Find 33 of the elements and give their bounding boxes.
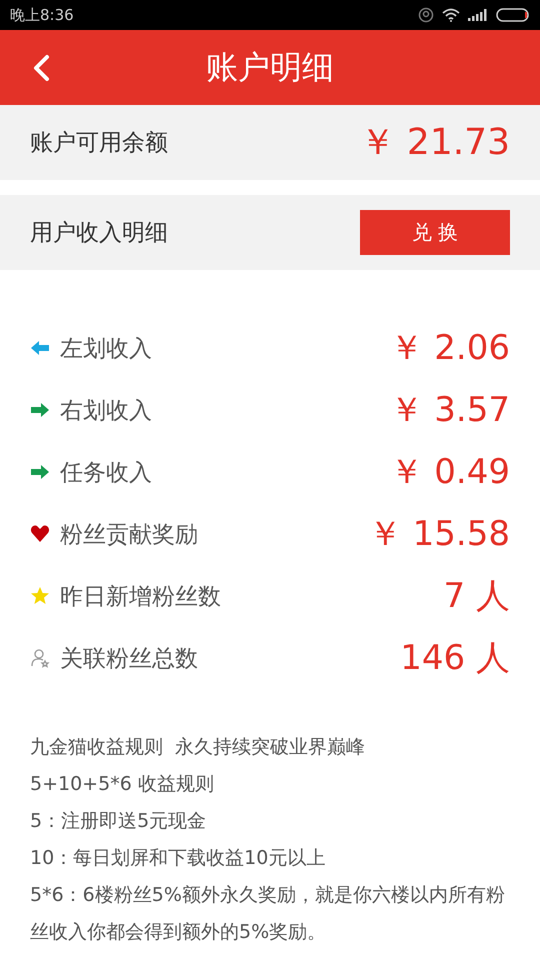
exchange-button[interactable]: 兑 换 [360, 210, 510, 255]
income-value: 146 人 [400, 637, 510, 680]
person-icon [30, 648, 50, 668]
battery-icon [496, 8, 530, 22]
income-label: 昨日新增粉丝数 [60, 582, 221, 612]
arrow-right-icon [30, 400, 50, 420]
rule-text: 5：注册即送5元现金 [30, 809, 208, 834]
income-value: ￥ 15.58 [368, 513, 510, 556]
balance-label: 账户可用余额 [30, 129, 168, 158]
income-value: 7 人 [444, 575, 510, 618]
star-icon [30, 586, 50, 606]
sync-icon [418, 7, 434, 23]
status-time: 晚上8:36 [10, 6, 74, 24]
income-label: 关联粉丝总数 [60, 644, 198, 674]
income-label: 右划收入 [60, 396, 152, 426]
rule-text: 九金猫收益规则 永久持续突破业界巅峰 [30, 735, 366, 760]
arrow-left-icon [30, 338, 50, 358]
rule-text: 5+10+5*6 收益规则 [30, 772, 215, 797]
signal-icon [468, 9, 488, 21]
balance-amount: ￥ 21.73 [359, 121, 510, 165]
income-label: 左划收入 [60, 334, 152, 364]
arrow-right-icon [30, 462, 50, 482]
rule-text: 10：每日划屏和下载收益10元以上 [30, 846, 326, 871]
income-value: ￥ 0.49 [389, 451, 510, 494]
income-value: ￥ 3.57 [389, 389, 510, 432]
income-value: ￥ 2.06 [389, 327, 510, 370]
income-label: 粉丝贡献奖励 [60, 520, 198, 550]
income-label: 用户收入明细 [30, 219, 168, 248]
income-label: 任务收入 [60, 458, 152, 488]
wifi-icon [442, 8, 460, 22]
heart-icon [30, 524, 50, 544]
rule-text: 5*6：6楼粉丝5%额外永久奖励，就是你六楼以内所有粉丝收入你都会得到额外的5%奖励。 [30, 883, 506, 945]
page-title: 账户明细 [206, 46, 334, 88]
